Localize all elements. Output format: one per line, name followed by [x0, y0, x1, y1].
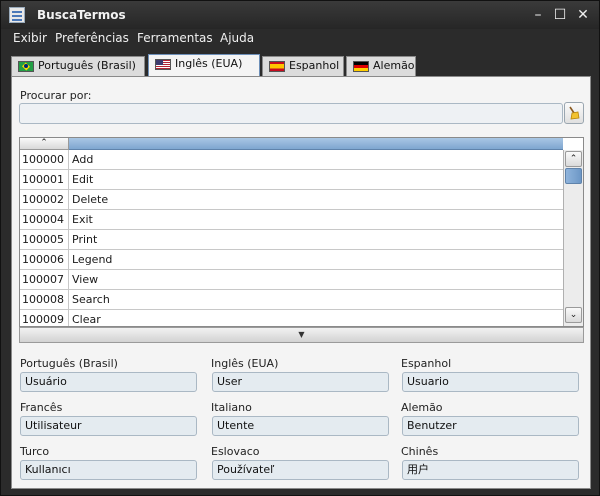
terms-table: ⌃ 100000 Add 100001 Edit 100002 Delete 1000… [19, 137, 584, 327]
scroll-down-button[interactable]: ⌄ [565, 307, 582, 323]
translation-label: Italiano [211, 401, 252, 414]
tab-label: Português (Brasil) [38, 59, 136, 72]
row-id: 100008 [20, 290, 69, 310]
term-column-header[interactable] [69, 138, 563, 150]
translation-label: Inglês (EUA) [211, 357, 279, 370]
tab-espanhol[interactable]: Espanhol [262, 56, 344, 76]
row-term: Delete [72, 193, 109, 206]
arrow-down-icon: ▼ [298, 330, 305, 339]
splitter-handle[interactable]: ▼ [19, 327, 584, 343]
row-id: 100007 [20, 270, 69, 290]
table-row[interactable]: 100007 View [20, 270, 563, 290]
usa-flag-icon [155, 59, 171, 70]
row-term: View [72, 273, 99, 286]
broom-icon [569, 106, 580, 120]
menu-exibir[interactable]: Exibir [13, 31, 47, 45]
menu-preferencias[interactable]: Preferências [55, 31, 129, 45]
tab-portugues[interactable]: Português (Brasil) [11, 56, 145, 76]
translation-field[interactable]: Utente [212, 416, 389, 436]
row-term: Exit [72, 213, 93, 226]
vertical-scrollbar[interactable]: ⌃ ⌄ [563, 150, 583, 326]
row-id: 100001 [20, 170, 69, 190]
minimize-button[interactable]: – [529, 6, 547, 24]
tab-panel: Procurar por: ⌃ 100000 Add 100001 Edit 100… [11, 76, 591, 489]
translation-label: Alemão [401, 401, 443, 414]
translation-field[interactable]: Kullanıcı [20, 460, 197, 480]
translation-field[interactable]: Utilisateur [20, 416, 197, 436]
table-row[interactable]: 100009 Clear [20, 310, 563, 326]
translation-field[interactable]: User [212, 372, 389, 392]
translation-label: Francês [20, 401, 63, 414]
title-bar[interactable]: BuscaTermos – ☐ ✕ [1, 1, 599, 29]
translation-label: Chinês [401, 445, 439, 458]
row-id: 100000 [20, 150, 69, 170]
translation-label: Eslovaco [211, 445, 260, 458]
table-row[interactable]: 100001 Edit [20, 170, 563, 190]
window-title: BuscaTermos [37, 8, 126, 22]
translation-label: Turco [20, 445, 50, 458]
table-row[interactable]: 100004 Exit [20, 210, 563, 230]
tab-label: Alemão [373, 59, 415, 72]
row-term: Search [72, 293, 110, 306]
row-id: 100005 [20, 230, 69, 250]
chevron-up-icon: ⌃ [569, 154, 578, 164]
row-id: 100002 [20, 190, 69, 210]
menu-bar: Exibir Preferências Ferramentas Ajuda [1, 29, 599, 47]
germany-flag-icon [353, 61, 369, 72]
table-row[interactable]: 100000 Add [20, 150, 563, 170]
table-row[interactable]: 100005 Print [20, 230, 563, 250]
table-row[interactable]: 100006 Legend [20, 250, 563, 270]
row-term: Clear [72, 313, 101, 326]
chevron-down-icon: ⌄ [569, 310, 578, 320]
row-term: Legend [72, 253, 113, 266]
menu-ajuda[interactable]: Ajuda [220, 31, 254, 45]
table-row[interactable]: 100002 Delete [20, 190, 563, 210]
menu-ferramentas[interactable]: Ferramentas [137, 31, 213, 45]
translation-field[interactable]: Benutzer [402, 416, 579, 436]
row-id: 100004 [20, 210, 69, 230]
app-icon [9, 7, 25, 23]
translation-field[interactable]: Usuário [20, 372, 197, 392]
translation-field[interactable]: Usuario [402, 372, 579, 392]
close-button[interactable]: ✕ [574, 6, 592, 24]
brazil-flag-icon [18, 61, 34, 72]
app-window: BuscaTermos – ☐ ✕ Exibir Preferências Fe… [0, 0, 600, 496]
scrollbar-thumb[interactable] [565, 168, 582, 184]
search-label: Procurar por: [20, 89, 92, 102]
scroll-up-button[interactable]: ⌃ [565, 151, 582, 167]
translation-field[interactable]: Používateľ [212, 460, 389, 480]
translation-field[interactable]: 用户 [402, 460, 579, 480]
table-header: ⌃ [20, 138, 583, 150]
search-input[interactable] [19, 103, 563, 124]
row-term: Edit [72, 173, 94, 186]
maximize-button[interactable]: ☐ [551, 6, 569, 24]
tab-alemao[interactable]: Alemão [346, 56, 416, 76]
row-term: Print [72, 233, 98, 246]
tab-ingles[interactable]: Inglês (EUA) [148, 54, 260, 76]
row-id: 100009 [20, 310, 69, 326]
tab-label: Espanhol [289, 59, 340, 72]
row-id: 100006 [20, 250, 69, 270]
translation-label: Espanhol [401, 357, 452, 370]
tab-label: Inglês (EUA) [175, 57, 243, 70]
spain-flag-icon [269, 61, 285, 72]
id-column-header[interactable]: ⌃ [20, 138, 69, 150]
row-term: Add [72, 153, 94, 166]
sort-ascending-icon: ⌃ [40, 138, 48, 148]
clear-search-button[interactable] [564, 102, 584, 124]
table-row[interactable]: 100008 Search [20, 290, 563, 310]
translation-label: Português (Brasil) [20, 357, 118, 370]
